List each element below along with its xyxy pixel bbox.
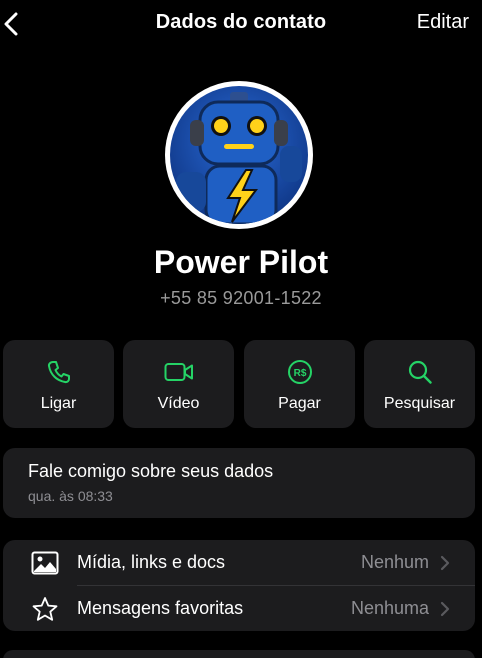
call-button[interactable]: Ligar <box>3 340 114 428</box>
search-label: Pesquisar <box>383 395 456 412</box>
starred-label: Mensagens favoritas <box>77 598 244 618</box>
video-button[interactable]: Vídeo <box>123 340 234 428</box>
about-card[interactable]: Fale comigo sobre seus dados qua. às 08:… <box>3 448 475 518</box>
page-title: Dados do contato <box>155 11 327 33</box>
pay-button[interactable]: R$ Pagar <box>244 340 355 428</box>
chevron-right-icon <box>440 555 450 571</box>
star-icon <box>32 597 58 621</box>
call-label: Ligar <box>40 395 77 412</box>
search-button[interactable]: Pesquisar <box>364 340 475 428</box>
contact-name: Power Pilot <box>153 244 329 280</box>
chevron-right-icon <box>440 601 450 617</box>
action-buttons: Ligar Vídeo R$ Pagar Pesquisar <box>3 340 475 428</box>
pay-icon: R$ <box>287 360 312 384</box>
about-timestamp: qua. às 08:33 <box>28 488 113 504</box>
next-section-card <box>3 650 475 658</box>
robot-avatar-image <box>170 86 308 224</box>
starred-value: Nenhuma <box>350 598 429 618</box>
image-icon <box>31 551 59 575</box>
list-item-media[interactable]: Mídia, links e docs Nenhum <box>3 540 475 586</box>
edit-button[interactable]: Editar <box>417 11 469 34</box>
navigation-bar: Dados do contato Editar <box>0 0 482 50</box>
svg-text:R$: R$ <box>293 368 306 379</box>
about-text: Fale comigo sobre seus dados <box>28 461 274 481</box>
media-list: Mídia, links e docs Nenhum Mensagens fav… <box>3 540 475 631</box>
media-value: Nenhum <box>360 552 429 572</box>
video-icon <box>164 363 193 381</box>
contact-phone: +55 85 92001-1522 <box>160 288 322 308</box>
list-item-starred[interactable]: Mensagens favoritas Nenhuma <box>3 586 475 631</box>
media-label: Mídia, links e docs <box>77 552 226 572</box>
avatar[interactable] <box>165 81 313 229</box>
video-label: Vídeo <box>157 395 200 412</box>
pay-label: Pagar <box>278 395 321 412</box>
search-icon <box>408 360 432 384</box>
phone-icon <box>47 361 70 384</box>
